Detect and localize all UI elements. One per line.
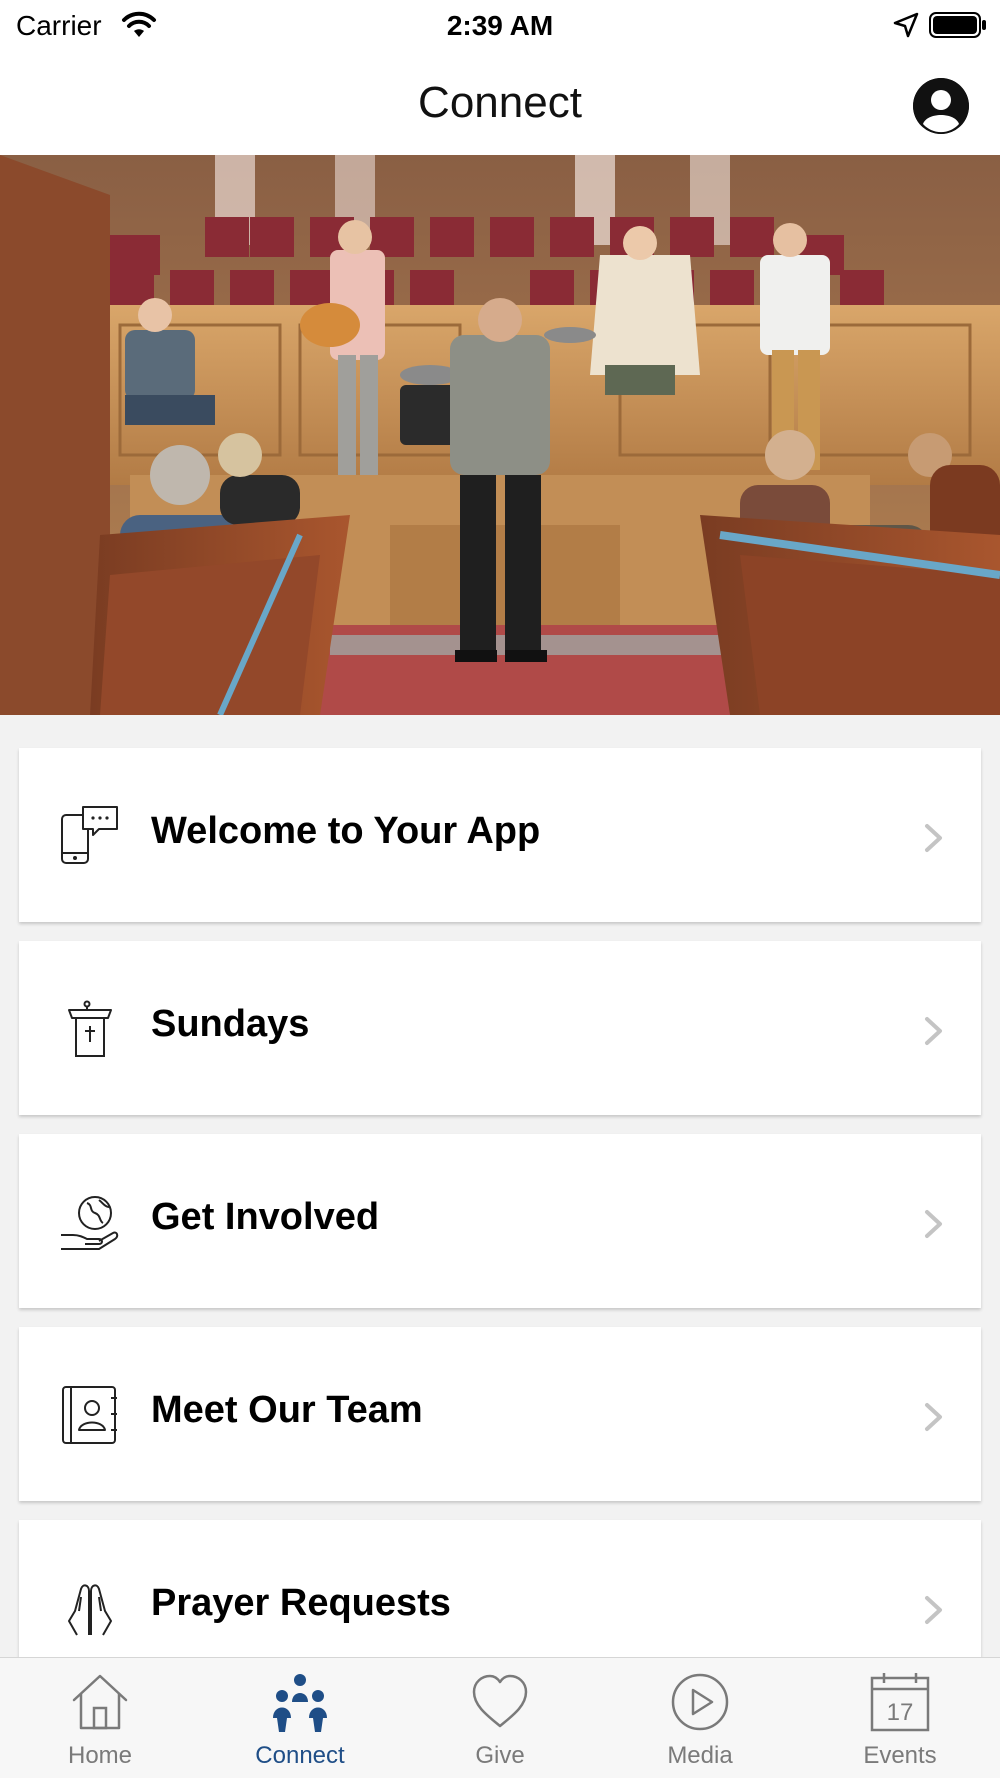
globe-hand-icon — [61, 1196, 119, 1250]
tab-media[interactable]: Media — [600, 1658, 800, 1778]
battery-icon — [929, 12, 986, 38]
tab-events[interactable]: 17 Events — [800, 1658, 1000, 1778]
tab-home[interactable]: Home — [0, 1658, 200, 1778]
menu-item-label: Welcome to Your App — [151, 810, 541, 852]
menu-item-meet-our-team[interactable]: Meet Our Team — [19, 1327, 981, 1501]
chevron-right-icon — [925, 824, 942, 852]
profile-button[interactable] — [913, 78, 969, 134]
pulpit-icon — [68, 1000, 112, 1057]
page-title: Connect — [418, 78, 582, 127]
menu-item-welcome[interactable]: Welcome to Your App — [19, 748, 981, 922]
menu-item-label: Meet Our Team — [151, 1389, 423, 1431]
chevron-right-icon — [925, 1210, 942, 1238]
chevron-right-icon — [925, 1596, 942, 1624]
chevron-right-icon — [925, 1017, 942, 1045]
people-icon — [273, 1674, 327, 1732]
nav-bar: Connect — [0, 50, 1000, 155]
tab-connect[interactable]: Connect — [200, 1658, 400, 1778]
menu-item-sundays[interactable]: Sundays — [19, 941, 981, 1115]
status-time: 2:39 AM — [446, 10, 554, 41]
menu-item-get-involved[interactable]: Get Involved — [19, 1134, 981, 1308]
play-icon — [671, 1673, 729, 1731]
location-arrow-icon — [893, 12, 919, 38]
tab-label: Connect — [255, 1742, 345, 1769]
tab-bar: Home Connect Give Media 17 Events — [0, 1657, 1000, 1778]
heart-icon — [472, 1674, 528, 1728]
menu-item-label: Prayer Requests — [151, 1582, 451, 1624]
contact-book-icon — [62, 1386, 117, 1444]
tab-label: Events — [863, 1742, 937, 1769]
praying-hands-icon — [68, 1584, 112, 1636]
tab-label: Media — [667, 1742, 733, 1769]
chevron-right-icon — [925, 1403, 942, 1431]
phone-chat-icon — [61, 806, 118, 864]
calendar-icon: 17 — [870, 1673, 930, 1732]
status-bar: Carrier 2:39 AM — [0, 0, 1000, 50]
menu-item-label: Get Involved — [151, 1196, 380, 1238]
hero-image — [0, 155, 1000, 715]
user-avatar-icon — [913, 78, 969, 134]
tab-give[interactable]: Give — [400, 1658, 600, 1778]
calendar-day: 17 — [887, 1699, 914, 1726]
home-icon — [72, 1674, 128, 1730]
worship-stage-illustration — [0, 155, 1000, 715]
tab-label: Home — [67, 1742, 133, 1769]
tab-label: Give — [475, 1742, 525, 1769]
menu-item-label: Sundays — [151, 1003, 310, 1045]
